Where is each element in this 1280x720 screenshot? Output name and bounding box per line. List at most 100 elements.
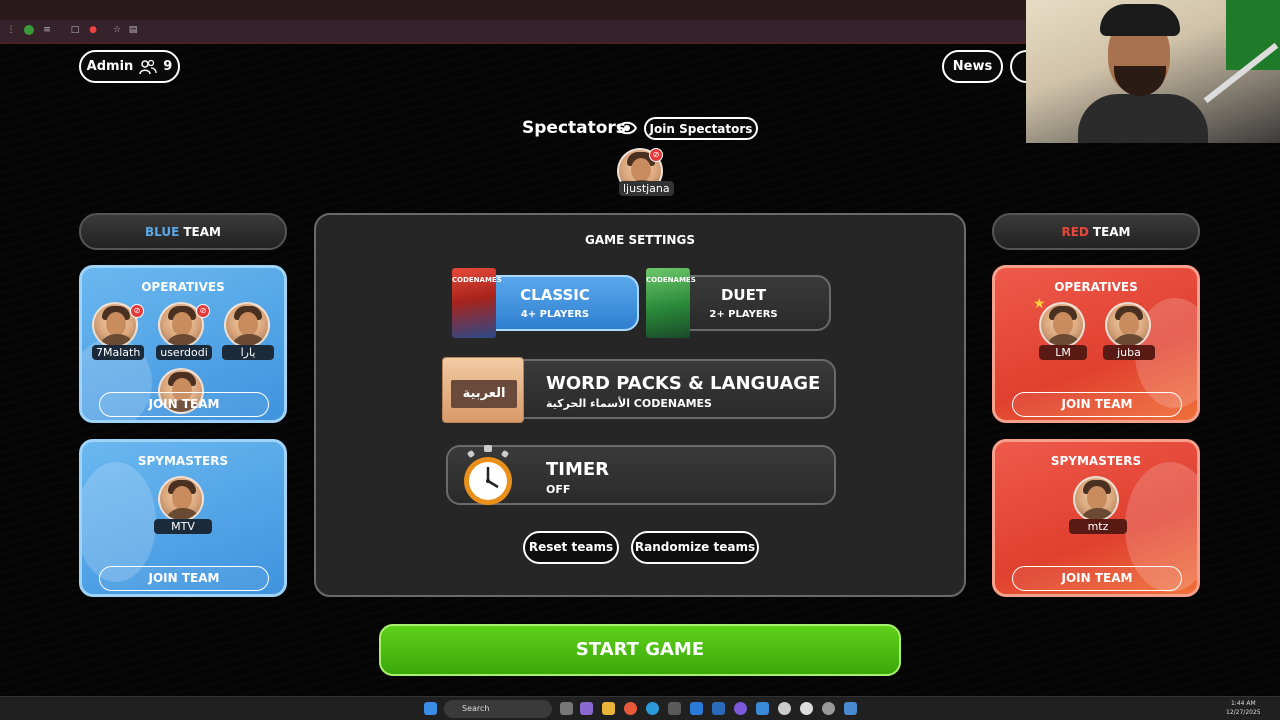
word-packs-title: WORD PACKS & LANGUAGE (546, 373, 821, 394)
player-name: userdodi (156, 345, 212, 360)
copilot-icon[interactable] (580, 702, 593, 715)
chrome-icon[interactable] (624, 702, 637, 715)
player-name: juba (1103, 345, 1155, 360)
file-explorer-icon[interactable] (602, 702, 615, 715)
store-icon[interactable] (668, 702, 681, 715)
box-label: CODENAMES (646, 276, 696, 284)
blue-operatives-join-button[interactable]: JOIN TEAM (99, 392, 269, 417)
webcam-person-headphones (1100, 4, 1180, 36)
blue-team-word: TEAM (183, 224, 221, 239)
webcam-person-beard (1114, 66, 1166, 96)
screenshot-icon[interactable]: □ (70, 25, 80, 35)
spectator-name: ljustjana (619, 181, 674, 196)
avatar-face (1119, 312, 1139, 336)
player-name: mtz (1069, 519, 1127, 534)
windows-start-icon[interactable] (424, 702, 437, 715)
disconnected-icon: ⊘ (130, 304, 144, 318)
red-team-header: RED TEAM (992, 213, 1200, 250)
reset-teams-button[interactable]: Reset teams (523, 531, 619, 564)
game-settings-panel: GAME SETTINGS CLASSIC 4+ PLAYERS CODENAM… (314, 213, 966, 597)
app-icon[interactable] (822, 702, 835, 715)
app-icon[interactable] (756, 702, 769, 715)
settings-title: GAME SETTINGS (585, 233, 695, 247)
discord-icon[interactable] (734, 702, 747, 715)
blue-team-color-word: BLUE (145, 224, 180, 239)
translate-icon[interactable]: ≡ (42, 25, 52, 35)
codenames-box-icon: CODENAMES (452, 268, 502, 338)
language-card-text: العربية (451, 380, 517, 408)
webcam-overlay (1026, 0, 1280, 143)
settings-icon[interactable] (778, 702, 791, 715)
news-button[interactable]: News (942, 50, 1003, 83)
taskbar-search[interactable]: Search (444, 700, 552, 718)
avatar-face (1087, 486, 1107, 510)
player-name: يارا (222, 345, 274, 360)
disconnected-icon: ⊘ (649, 148, 663, 162)
avatar[interactable] (1105, 302, 1151, 348)
blue-team-header: BLUE TEAM (79, 213, 287, 250)
blue-spymasters-title: SPYMASTERS (137, 454, 229, 468)
timer-sub: OFF (546, 483, 571, 496)
avatar[interactable] (1039, 302, 1085, 348)
timer-button[interactable]: TIMER OFF (446, 445, 836, 505)
admin-button[interactable]: Admin 9 (79, 50, 180, 83)
eye-icon (617, 121, 637, 135)
crown-icon: ★ (1033, 296, 1046, 312)
red-team-word: TEAM (1092, 224, 1131, 239)
avatar[interactable] (158, 476, 204, 522)
mail-icon[interactable] (690, 702, 703, 715)
classic-title: CLASSIC (520, 286, 590, 304)
timer-title: TIMER (546, 459, 610, 480)
start-game-button[interactable]: START GAME (379, 624, 901, 676)
word-packs-button[interactable]: العربية WORD PACKS & LANGUAGE الأسماء ال… (442, 357, 836, 423)
webcam-person-torso (1078, 94, 1208, 143)
avatar-face (631, 158, 651, 182)
taskbar: Search 1:44 AM 12/27/2025 (0, 696, 1280, 720)
blue-spymasters-join-button[interactable]: JOIN TEAM (99, 566, 269, 591)
blue-spymasters-panel: SPYMASTERS MTV JOIN TEAM (79, 439, 287, 597)
blue-operatives-title: OPERATIVES (141, 280, 225, 294)
player-name: 7Malath (92, 345, 144, 360)
avatar-face (238, 312, 258, 336)
menu-icon[interactable]: ⋮ (6, 25, 16, 35)
avatar-face (172, 486, 192, 510)
taskbar-clock[interactable]: 1:44 AM 12/27/2025 (1226, 699, 1261, 717)
outlook-icon[interactable] (712, 702, 725, 715)
classic-sub: 4+ PLAYERS (520, 309, 590, 320)
avatar-face (106, 312, 126, 336)
red-team-color-word: RED (1061, 224, 1089, 239)
avatar[interactable] (224, 302, 270, 348)
red-operatives-title: OPERATIVES (1054, 280, 1138, 294)
red-spymasters-join-button[interactable]: JOIN TEAM (1012, 566, 1182, 591)
player-name: MTV (154, 519, 212, 534)
codenames-duet-box-icon: CODENAMES (646, 268, 696, 338)
word-packs-sub: الأسماء الحركية CODENAMES (546, 397, 712, 410)
spectators-title: Spectators (522, 118, 626, 138)
red-operatives-panel: OPERATIVES ★ LM juba JOIN TEAM (992, 265, 1200, 423)
clock-date: 12/27/2025 (1226, 709, 1261, 716)
randomize-teams-button[interactable]: Randomize teams (631, 531, 759, 564)
red-spymasters-title: SPYMASTERS (1050, 454, 1142, 468)
edge-icon[interactable] (646, 702, 659, 715)
box-label: CODENAMES (452, 276, 502, 284)
admin-label: Admin (86, 59, 134, 74)
avatar[interactable] (1073, 476, 1119, 522)
disconnected-icon: ⊘ (196, 304, 210, 318)
extension-icon[interactable] (24, 25, 34, 35)
star-icon[interactable]: ☆ (112, 25, 122, 35)
red-spymasters-panel: SPYMASTERS mtz JOIN TEAM (992, 439, 1200, 597)
obs-icon[interactable] (800, 702, 813, 715)
players-icon (139, 59, 157, 74)
record-icon[interactable]: ● (88, 25, 98, 35)
clock-time: 1:44 AM (1230, 700, 1256, 707)
steam-icon[interactable] (844, 702, 857, 715)
task-view-icon[interactable] (560, 702, 573, 715)
avatar-face (172, 312, 192, 336)
join-spectators-button[interactable]: Join Spectators (644, 117, 758, 140)
red-operatives-join-button[interactable]: JOIN TEAM (1012, 392, 1182, 417)
language-card-icon: العربية (442, 357, 524, 423)
sidebar-icon[interactable]: ▤ (128, 25, 138, 35)
panel-artwork (82, 462, 156, 582)
blue-operatives-panel: OPERATIVES ⊘ 7Malath ⊘ userdodi يارا JOI… (79, 265, 287, 423)
player-count: 9 (163, 59, 173, 74)
